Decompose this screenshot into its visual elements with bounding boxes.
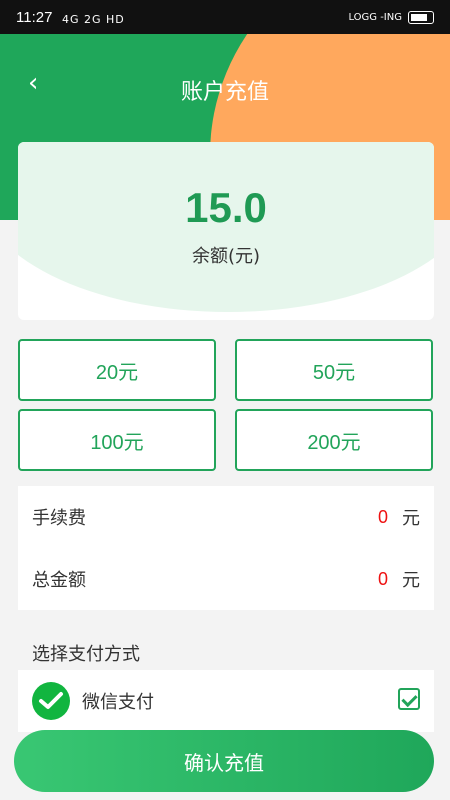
fee-unit: 元 <box>402 508 420 529</box>
total-value: 0 <box>377 568 388 589</box>
total-row: 总金额 0 元 <box>18 548 434 610</box>
option-200[interactable]: 200元 <box>235 409 433 471</box>
total-unit: 元 <box>402 570 420 591</box>
wechat-icon <box>32 682 70 720</box>
title-bar: ‹ 账户充值 <box>0 34 450 134</box>
fee-label: 手续费 <box>32 508 86 529</box>
status-bar: 11:27 4G 2G HD LOGG -ING <box>0 0 450 34</box>
option-100[interactable]: 100元 <box>18 409 216 471</box>
signal-icons: 4G 2G HD <box>62 13 125 26</box>
wechat-glyph <box>39 692 63 709</box>
status-right: LOGG -ING <box>348 11 434 24</box>
payment-method-wechat[interactable]: 微信支付 <box>18 670 434 732</box>
confirm-button[interactable]: 确认充值 <box>14 730 434 792</box>
total-label: 总金额 <box>32 570 86 591</box>
option-20[interactable]: 20元 <box>18 339 216 401</box>
balance-amount: 15.0 <box>185 184 267 231</box>
balance-label: 余额(元) <box>191 246 261 267</box>
status-time: 11:27 <box>16 9 53 26</box>
fee-value: 0 <box>377 506 388 527</box>
checkbox-icon[interactable] <box>398 688 420 710</box>
option-50[interactable]: 50元 <box>235 339 433 401</box>
network-label: LOGG -ING <box>348 12 402 23</box>
payment-title: 选择支付方式 <box>32 644 140 665</box>
payment-label: 微信支付 <box>82 692 154 713</box>
balance-card: 15.0 余额(元) <box>18 142 434 320</box>
fee-row: 手续费 0 元 <box>18 486 434 548</box>
battery-icon <box>408 11 434 24</box>
page-title: 账户充值 <box>180 79 269 104</box>
